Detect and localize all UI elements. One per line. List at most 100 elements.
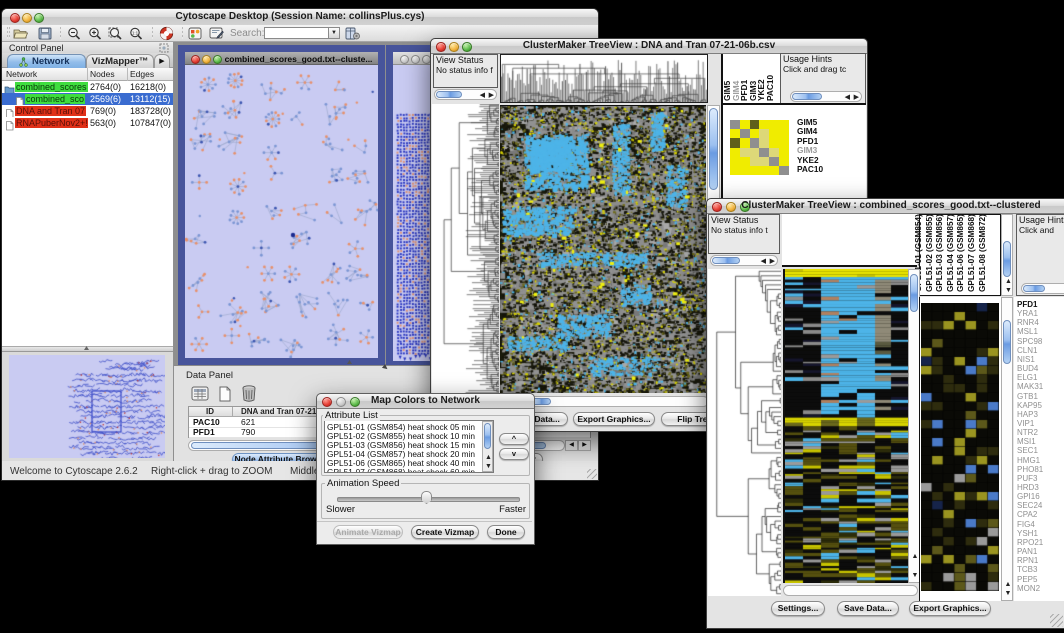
delete-attribute-icon[interactable] <box>240 384 258 403</box>
frame-divider-arrow <box>346 359 353 365</box>
data-column-id[interactable]: ID <box>189 407 231 416</box>
zoom-fit-icon[interactable] <box>108 27 123 41</box>
data-scroll-left-arrow[interactable]: ◀ <box>565 440 578 451</box>
attribute-list-scrollbar[interactable]: ▲ ▼ <box>482 421 493 472</box>
tv2-collabel-scroll-down[interactable]: ▼ <box>1005 287 1012 294</box>
tv2-zoom-vscrollbar[interactable]: ▲ ▼ <box>1001 297 1013 601</box>
tv1-export-graphics-button[interactable]: Export Graphics... <box>573 412 655 426</box>
tv2-status-scroll-thumb[interactable] <box>712 257 740 264</box>
zoom-selected-icon[interactable]: 1:1 <box>129 27 143 41</box>
tv1-column-dendrogram[interactable] <box>500 54 708 103</box>
create-vizmap-button[interactable]: Create Vizmap <box>411 525 479 539</box>
tv2-status-scroll-left[interactable]: ◀ <box>761 258 766 265</box>
tv1-status-scroll-left[interactable]: ◀ <box>480 92 485 99</box>
attribute-table-icon[interactable] <box>190 385 210 403</box>
tv2-settings-button[interactable]: Settings... <box>771 601 825 616</box>
open-file-icon[interactable] <box>13 27 28 40</box>
tv2-row-label: MAK31 <box>1017 382 1043 391</box>
attribute-item[interactable]: GPL51-07 (GSM868) heat shock 60 min <box>327 467 475 474</box>
network-view-1[interactable] <box>185 65 378 358</box>
tv2-heatmap-vscroll-thumb[interactable] <box>910 274 918 312</box>
tv1-zoom-heatmap[interactable] <box>730 120 789 175</box>
annotation-icon[interactable] <box>209 27 224 40</box>
zoom-out-icon[interactable] <box>67 27 81 41</box>
data-column-attr[interactable]: DNA and Tran 07-21-06 <box>241 407 328 416</box>
tv2-row-dendrogram[interactable] <box>708 269 781 596</box>
tv1-heatmap-vscroll-thumb[interactable] <box>709 108 718 190</box>
network-view-2[interactable] <box>393 111 433 361</box>
main-titlebar[interactable]: Cytoscape Desktop (Session Name: collins… <box>2 9 598 26</box>
tab-network[interactable]: Network <box>7 54 86 68</box>
zoom-in-icon[interactable] <box>88 27 102 41</box>
tab-vizmapper[interactable]: VizMapper™ <box>86 54 154 68</box>
filter-table-icon[interactable] <box>345 27 360 40</box>
tv1-status-scrollbar[interactable]: ◀ ▶ <box>434 89 497 100</box>
frame2-close-button[interactable] <box>400 55 409 64</box>
tv2-zoom-scroll-up[interactable]: ▲ <box>1005 581 1012 588</box>
data-scroll-right-arrow[interactable]: ▶ <box>578 440 591 451</box>
treeview1-titlebar[interactable]: ClusterMaker TreeView : DNA and Tran 07-… <box>431 39 867 54</box>
attribute-list-scroll-down[interactable]: ▼ <box>485 463 492 470</box>
done-button[interactable]: Done <box>487 525 525 539</box>
network-column-nodes[interactable]: Nodes <box>90 69 128 79</box>
tv2-resize-grip[interactable] <box>1050 614 1063 627</box>
tv1-hints-scroll-right[interactable]: ▶ <box>854 94 859 101</box>
search-input[interactable] <box>264 27 332 39</box>
tv2-heatmap-scroll-down[interactable]: ▼ <box>912 572 919 579</box>
network-name: combined_scores <box>15 82 88 92</box>
network-column-edges[interactable]: Edges <box>130 69 172 79</box>
frame1-titlebar[interactable]: combined_scores_good.txt--cluste... <box>185 52 378 65</box>
tab-overflow-button[interactable]: ▶ <box>154 54 170 68</box>
tv2-save-data-button[interactable]: Save Data... <box>837 601 899 616</box>
move-up-button[interactable]: ^ <box>499 433 529 445</box>
frame2-minimize-button[interactable] <box>411 55 420 64</box>
tv2-heatmap[interactable] <box>783 269 908 583</box>
network-frame-1[interactable]: combined_scores_good.txt--cluste... <box>178 45 385 365</box>
tv1-hints-scrollbar[interactable]: ◀ ▶ <box>790 91 862 102</box>
animate-vizmap-button[interactable]: Animate Vizmap <box>333 525 403 539</box>
tv1-row-dendrogram[interactable] <box>432 104 499 393</box>
tv2-zoom-vscroll-thumb[interactable] <box>1003 320 1011 364</box>
network-row[interactable]: RNAPuberNov2+!563(0)107847(0) <box>2 117 173 129</box>
tv1-hints-scroll-thumb[interactable] <box>792 93 822 100</box>
attribute-list-scroll-thumb[interactable] <box>484 423 491 449</box>
tv1-hints-scroll-left[interactable]: ◀ <box>845 94 850 101</box>
network-row[interactable]: DNA and Tran 07769(0)183728(0) <box>2 105 173 117</box>
tv1-status-scroll-right[interactable]: ▶ <box>489 92 494 99</box>
tv2-export-graphics-button[interactable]: Export Graphics... <box>909 601 991 616</box>
tv2-zoom-scroll-down[interactable]: ▼ <box>1005 590 1012 597</box>
tv2-hints-scrollbar[interactable] <box>1021 283 1064 294</box>
tv2-collabel-scroll-up[interactable]: ▲ <box>1005 278 1012 285</box>
tv1-heatmap[interactable] <box>500 105 706 393</box>
tv2-status-scroll-right[interactable]: ▶ <box>770 258 775 265</box>
network-row[interactable]: combined_sco2569(6)13112(15) <box>2 93 173 105</box>
search-dropdown-button[interactable]: ▼ <box>328 27 340 39</box>
tv2-collabel-scrollbar[interactable]: ▲ ▼ <box>1001 214 1013 296</box>
tv2-status-scrollbar[interactable]: ◀ ▶ <box>710 255 778 266</box>
vizmapper-icon[interactable] <box>188 27 202 40</box>
move-down-button[interactable]: v <box>499 448 529 460</box>
tv1-usage-hints-text: Click and drag tc <box>783 64 846 74</box>
tv2-zoom-heatmap[interactable] <box>921 303 999 591</box>
frame1-close-button[interactable] <box>191 55 200 64</box>
network-column-network[interactable]: Network <box>6 69 86 79</box>
attribute-list-scroll-up[interactable]: ▲ <box>485 454 492 461</box>
tv2-usage-hints-title: Usage Hints <box>1019 215 1064 225</box>
tv2-heatmap-scroll-up[interactable]: ▲ <box>912 553 919 560</box>
frame1-minimize-button[interactable] <box>202 55 211 64</box>
treeview2-titlebar[interactable]: ClusterMaker TreeView : combined_scores_… <box>707 199 1064 214</box>
tv1-status-scroll-thumb[interactable] <box>436 91 462 98</box>
tv2-column-dendrogram[interactable] <box>782 214 917 267</box>
tv2-collabel-scroll-thumb[interactable] <box>1003 241 1011 277</box>
tv2-hints-scroll-thumb[interactable] <box>1023 285 1045 292</box>
main-resize-grip[interactable] <box>587 469 597 479</box>
life-ring-icon[interactable] <box>159 26 174 41</box>
float-panel-icon[interactable] <box>159 43 169 53</box>
dialog-titlebar[interactable]: Map Colors to Network <box>317 394 534 409</box>
tv2-row-label: SEC1 <box>1017 446 1038 455</box>
tv2-heatmap-hscrollbar[interactable] <box>783 585 918 596</box>
birdseye-view[interactable] <box>9 355 165 458</box>
network-row[interactable]: combined_scores2764(0)16218(0) <box>2 81 173 93</box>
save-icon[interactable] <box>38 27 52 40</box>
new-attribute-icon[interactable] <box>216 385 234 403</box>
